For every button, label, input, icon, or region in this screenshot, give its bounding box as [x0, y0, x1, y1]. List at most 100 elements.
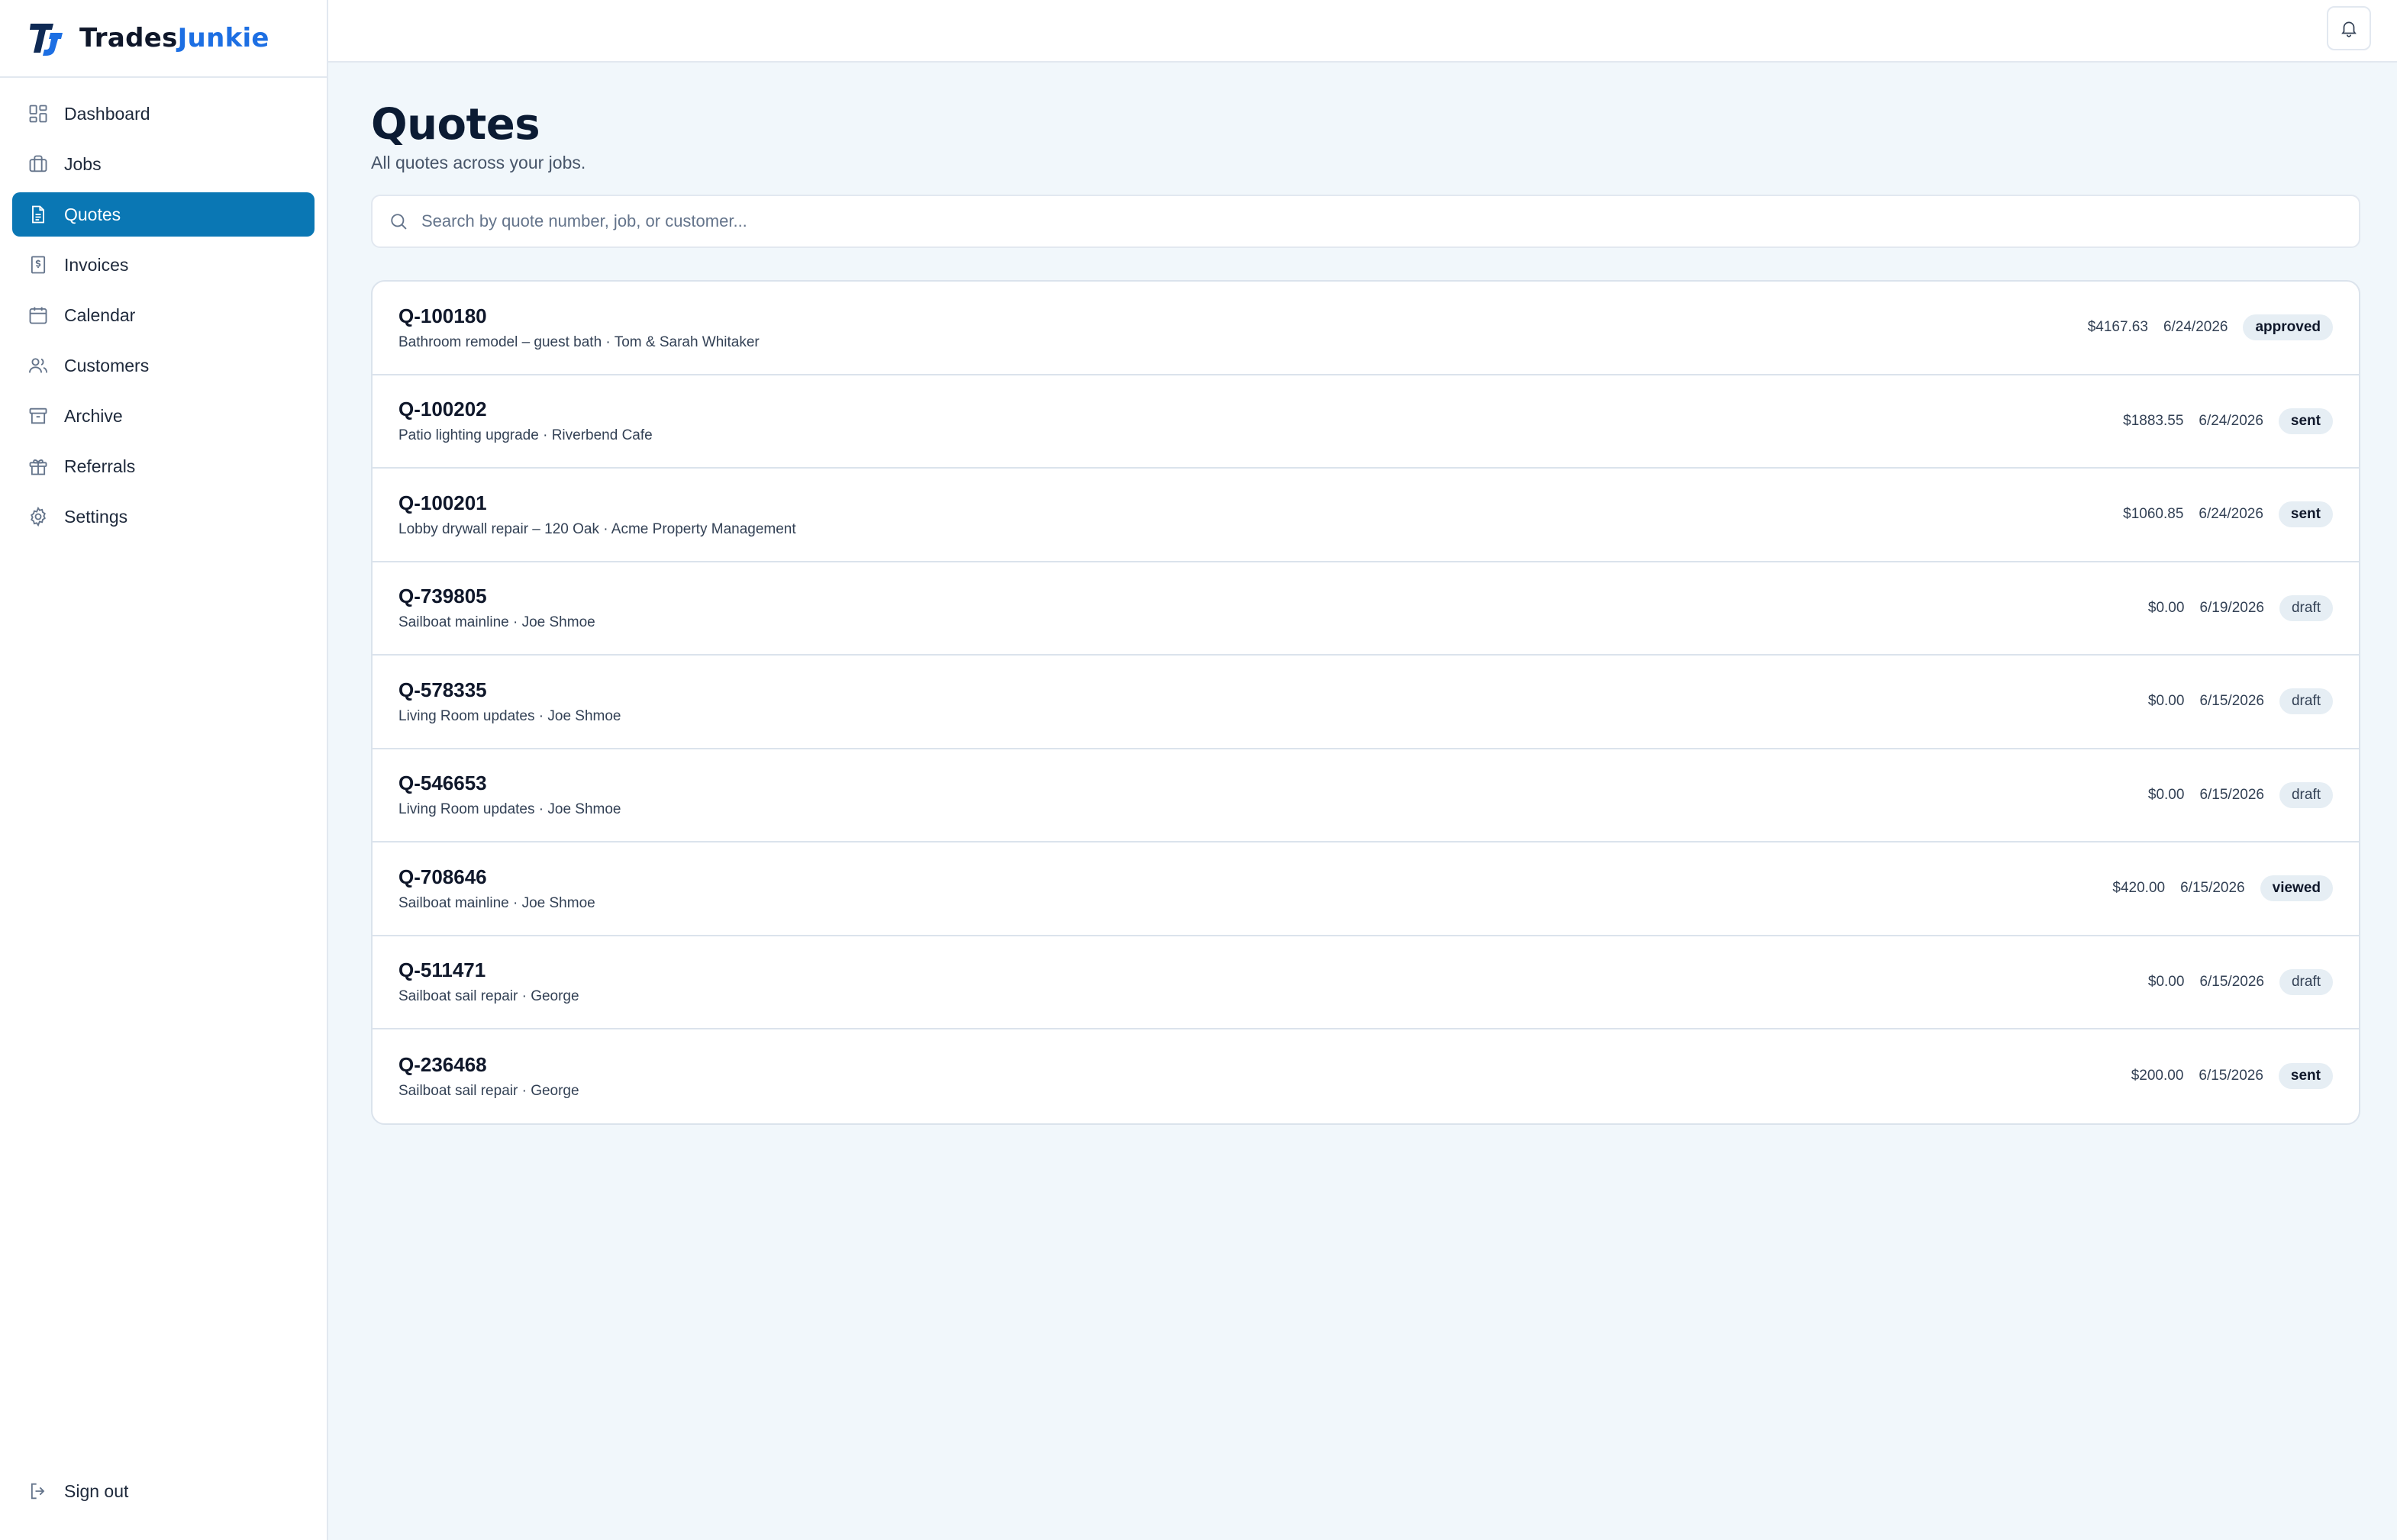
sidebar-item-label: Quotes	[64, 204, 121, 224]
quote-row[interactable]: Q-578335 Living Room updates · Joe Shmoe…	[373, 656, 2359, 749]
quote-meta: $4167.63 6/24/2026 approved	[2087, 314, 2333, 341]
sidebar-item-label: Dashboard	[64, 103, 150, 124]
brand-logo-icon	[30, 24, 63, 56]
quote-info: Q-100180 Bathroom remodel – guest bath ·…	[398, 304, 2088, 351]
sidebar-item-settings[interactable]: Settings	[12, 495, 315, 539]
sidebar-item-calendar[interactable]: Calendar	[12, 293, 315, 337]
sidebar-item-archive[interactable]: Archive	[12, 394, 315, 438]
status-badge: draft	[2279, 688, 2333, 715]
sidebar-item-quotes[interactable]: Quotes	[12, 192, 315, 237]
brand-name-part1: Trades	[79, 23, 178, 53]
briefcase-icon	[27, 153, 49, 175]
quote-info: Q-236468 Sailboat sail repair · George	[398, 1053, 2131, 1100]
quote-number: Q-100180	[398, 304, 487, 327]
status-badge: approved	[2243, 314, 2333, 341]
status-badge: draft	[2279, 594, 2333, 621]
quote-row[interactable]: Q-100180 Bathroom remodel – guest bath ·…	[373, 282, 2359, 375]
quote-row[interactable]: Q-708646 Sailboat mainline · Joe Shmoe $…	[373, 842, 2359, 936]
page-title: Quotes	[371, 100, 540, 150]
quote-amount: $200.00	[2131, 1068, 2184, 1084]
status-badge: sent	[2278, 408, 2333, 434]
quote-info: Q-100202 Patio lighting upgrade · Riverb…	[398, 398, 2123, 444]
quote-row[interactable]: Q-100201 Lobby drywall repair – 120 Oak …	[373, 469, 2359, 562]
topbar	[328, 0, 2397, 63]
invoice-icon	[27, 254, 49, 275]
notifications-button[interactable]	[2327, 6, 2371, 50]
quote-meta: $0.00 6/15/2026 draft	[2147, 968, 2333, 995]
quote-amount: $1883.55	[2123, 412, 2184, 429]
sidebar-item-invoices[interactable]: Invoices	[12, 243, 315, 287]
quote-meta: $0.00 6/19/2026 draft	[2148, 594, 2333, 621]
sidebar-item-label: Customers	[64, 355, 150, 375]
quote-number: Q-511471	[398, 958, 486, 982]
quote-date: 6/24/2026	[2199, 412, 2263, 429]
sidebar-item-dashboard[interactable]: Dashboard	[12, 92, 315, 136]
quote-description: Sailboat sail repair · George	[398, 988, 579, 1005]
status-badge: sent	[2278, 501, 2333, 528]
search-input[interactable]	[421, 211, 2359, 231]
quote-amount: $420.00	[2112, 880, 2166, 897]
quote-info: Q-578335 Living Room updates · Joe Shmoe	[398, 678, 2148, 725]
quote-description: Sailboat mainline · Joe Shmoe	[398, 894, 595, 911]
sidebar-item-label: Jobs	[64, 153, 102, 174]
quote-number: Q-100201	[398, 491, 487, 514]
quote-date: 6/15/2026	[2199, 786, 2264, 803]
quote-meta: $420.00 6/15/2026 viewed	[2112, 875, 2333, 902]
quote-row[interactable]: Q-546653 Living Room updates · Joe Shmoe…	[373, 749, 2359, 842]
calendar-icon	[27, 304, 49, 326]
document-icon	[27, 204, 49, 225]
sidebar-item-referrals[interactable]: Referrals	[12, 444, 315, 488]
quote-row[interactable]: Q-236468 Sailboat sail repair · George $…	[373, 1029, 2359, 1123]
quote-description: Living Room updates · Joe Shmoe	[398, 707, 621, 724]
page-subtitle: All quotes across your jobs.	[371, 153, 586, 172]
quote-amount: $0.00	[2147, 693, 2185, 710]
status-badge: draft	[2279, 781, 2333, 808]
quote-date: 6/15/2026	[2199, 1068, 2263, 1084]
sign-out-label: Sign out	[64, 1480, 129, 1501]
main-content: Quotes All quotes across your jobs. Q-10…	[371, 63, 2360, 1125]
bell-icon	[2341, 21, 2357, 37]
quote-amount: $0.00	[2147, 786, 2185, 803]
search-bar	[371, 195, 2360, 248]
sign-out-button[interactable]: Sign out	[12, 1471, 316, 1511]
quote-info: Q-739805 Sailboat mainline · Joe Shmoe	[398, 585, 2148, 631]
quote-date: 6/15/2026	[2199, 693, 2264, 710]
sidebar-item-label: Invoices	[64, 254, 129, 275]
quote-meta: $1060.85 6/24/2026 sent	[2123, 501, 2333, 528]
quote-row[interactable]: Q-739805 Sailboat mainline · Joe Shmoe $…	[373, 562, 2359, 656]
quote-number: Q-578335	[398, 678, 487, 701]
quote-meta: $200.00 6/15/2026 sent	[2131, 1063, 2333, 1090]
quote-date: 6/19/2026	[2199, 599, 2264, 616]
quote-amount: $1060.85	[2123, 506, 2184, 523]
quote-description: Living Room updates · Joe Shmoe	[398, 801, 621, 818]
quote-description: Sailboat sail repair · George	[398, 1082, 579, 1099]
sidebar-item-label: Archive	[64, 405, 123, 426]
quote-number: Q-236468	[398, 1052, 487, 1076]
quote-meta: $0.00 6/15/2026 draft	[2147, 688, 2333, 715]
sidebar-item-label: Referrals	[64, 456, 136, 476]
sidebar-item-customers[interactable]: Customers	[12, 343, 315, 388]
gear-icon	[27, 506, 49, 527]
quote-amount: $4167.63	[2087, 319, 2148, 336]
quote-info: Q-511471 Sailboat sail repair · George	[398, 958, 2148, 1005]
quote-row[interactable]: Q-511471 Sailboat sail repair · George $…	[373, 936, 2359, 1029]
users-icon	[27, 355, 49, 376]
brand-name-part2: Junkie	[177, 23, 269, 53]
quote-date: 6/15/2026	[2199, 973, 2264, 990]
quote-date: 6/24/2026	[2163, 319, 2228, 336]
quote-meta: $0.00 6/15/2026 draft	[2147, 781, 2333, 808]
quote-amount: $0.00	[2147, 973, 2185, 990]
sidebar: TradesJunkie Dashboard Jobs Quotes Invoi…	[0, 0, 328, 1540]
sidebar-item-jobs[interactable]: Jobs	[12, 142, 315, 186]
brand[interactable]: TradesJunkie	[0, 0, 327, 78]
quote-row[interactable]: Q-100202 Patio lighting upgrade · Riverb…	[373, 375, 2359, 469]
search-icon	[388, 211, 409, 232]
status-badge: draft	[2279, 968, 2333, 995]
sign-out-icon	[27, 1480, 49, 1502]
archive-icon	[27, 405, 49, 427]
quote-description: Bathroom remodel – guest bath · Tom & Sa…	[398, 333, 760, 350]
quote-info: Q-546653 Living Room updates · Joe Shmoe	[398, 772, 2148, 818]
sidebar-item-label: Settings	[64, 506, 128, 527]
quote-number: Q-546653	[398, 772, 487, 795]
quote-date: 6/15/2026	[2180, 880, 2245, 897]
